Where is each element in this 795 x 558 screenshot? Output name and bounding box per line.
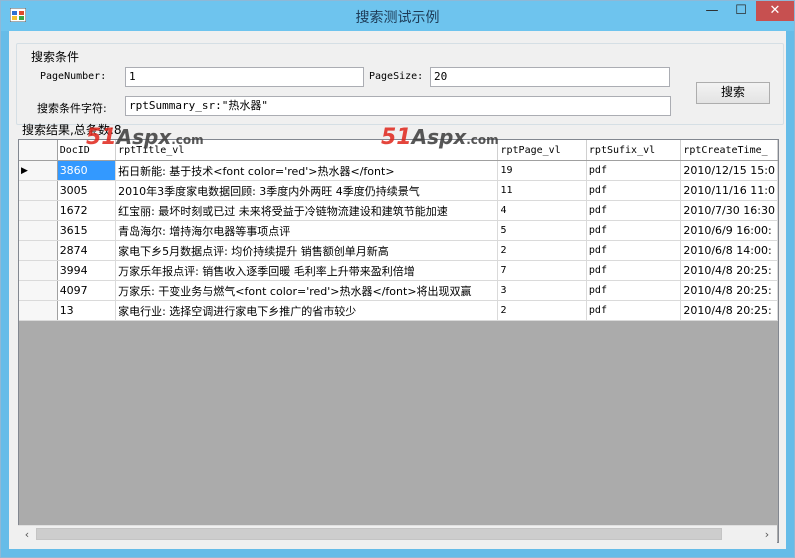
window-title: 搜索测试示例 (355, 10, 440, 26)
table-cell[interactable]: 2010年3季度家电数据回顾: 3季度内外两旺 4季度仍持续景气 (115, 180, 499, 201)
table-cell[interactable]: 2010/12/15 15:0 (680, 160, 778, 181)
watermark-brand: 51 (86, 125, 117, 150)
table-cell[interactable]: 13 (57, 300, 117, 321)
maximize-button[interactable]: ☐ (727, 1, 755, 21)
table-cell[interactable]: 家电行业: 选择空调进行家电下乡推广的省市较少 (115, 300, 499, 321)
table-cell[interactable]: 3005 (57, 180, 117, 201)
table-row[interactable]: 3615 青岛海尔: 增持海尔电器等事项点评 5 pdf 2010/6/9 16… (19, 220, 778, 241)
page-number-label: PageNumber: (40, 71, 107, 82)
watermark-brand: 51 (381, 125, 412, 150)
column-header[interactable]: rptCreateTime_ (680, 140, 778, 161)
table-row[interactable]: 3994 万家乐年报点评: 销售收入逐季回暖 毛利率上升带来盈利倍增 7 pdf… (19, 260, 778, 281)
table-cell[interactable]: 2010/6/9 16:00: (680, 220, 778, 241)
table-cell[interactable]: pdf (586, 220, 682, 241)
main-window: 搜索测试示例 — ☐ ✕ 搜索条件 PageNumber: 1 PageSize… (0, 0, 795, 558)
group-title: 搜索条件 (29, 48, 82, 65)
table-cell[interactable]: 5 (497, 220, 587, 241)
table-cell[interactable]: 青岛海尔: 增持海尔电器等事项点评 (115, 220, 499, 241)
table-cell[interactable]: pdf (586, 200, 682, 221)
scroll-thumb[interactable] (36, 528, 722, 540)
title-bar[interactable]: 搜索测试示例 — ☐ ✕ (1, 1, 794, 31)
watermark-logo: 51Aspx.com (86, 125, 204, 150)
table-cell[interactable]: 2010/4/8 20:25: (680, 260, 778, 281)
search-conditions-group: 搜索条件 PageNumber: 1 PageSize: 20 搜索条件字符: … (16, 43, 784, 125)
page-size-input[interactable]: 20 (430, 67, 670, 87)
watermark-suffix: .com (171, 133, 204, 147)
row-header-corner (19, 140, 58, 161)
table-cell[interactable]: 1672 (57, 200, 117, 221)
page-number-input[interactable]: 1 (125, 67, 364, 87)
results-table: DocID rptTitle_vl rptPage_vl rptSufix_vl… (19, 140, 778, 321)
table-row[interactable]: ▶ 3860 拓日新能: 基于技术<font color='red'>热水器</… (19, 160, 778, 181)
table-cell[interactable]: 19 (497, 160, 587, 181)
table-row[interactable]: 2874 家电下乡5月数据点评: 均价持续提升 销售额创单月新高 2 pdf 2… (19, 240, 778, 261)
results-grid[interactable]: DocID rptTitle_vl rptPage_vl rptSufix_vl… (18, 139, 779, 543)
table-cell[interactable]: 3860 (57, 160, 117, 181)
table-cell[interactable]: 2874 (57, 240, 117, 261)
watermark-mid: Aspx (411, 125, 467, 149)
table-cell[interactable]: 家电下乡5月数据点评: 均价持续提升 销售额创单月新高 (115, 240, 499, 261)
table-cell[interactable]: 4097 (57, 280, 117, 301)
table-cell[interactable]: 2010/4/8 20:25: (680, 300, 778, 321)
table-cell[interactable]: 2010/11/16 11:0 (680, 180, 778, 201)
table-cell[interactable]: pdf (586, 160, 682, 181)
table-cell[interactable]: 3615 (57, 220, 117, 241)
search-button[interactable]: 搜索 (696, 82, 770, 104)
table-cell[interactable]: 万家乐年报点评: 销售收入逐季回暖 毛利率上升带来盈利倍增 (115, 260, 499, 281)
table-cell[interactable]: 2010/6/8 14:00: (680, 240, 778, 261)
watermark-suffix: .com (466, 133, 499, 147)
column-header[interactable]: rptPage_vl (497, 140, 587, 161)
watermark-logo: 51Aspx.com (381, 125, 499, 150)
column-header[interactable]: rptSufix_vl (586, 140, 682, 161)
query-label: 搜索条件字符: (37, 102, 107, 115)
table-row[interactable]: 4097 万家乐: 干变业务与燃气<font color='red'>热水器</… (19, 280, 778, 301)
client-area: 搜索条件 PageNumber: 1 PageSize: 20 搜索条件字符: … (9, 31, 786, 549)
scroll-right-icon[interactable]: › (760, 528, 774, 541)
table-cell[interactable]: 4 (497, 200, 587, 221)
row-header[interactable] (19, 220, 58, 241)
table-cell[interactable]: pdf (586, 280, 682, 301)
table-cell[interactable]: 3 (497, 280, 587, 301)
table-cell[interactable]: 2010/7/30 16:30 (680, 200, 778, 221)
minimize-button[interactable]: — (698, 1, 726, 21)
table-cell[interactable]: 11 (497, 180, 587, 201)
row-header[interactable] (19, 240, 58, 261)
row-header[interactable] (19, 260, 58, 281)
horizontal-scrollbar[interactable]: ‹ › (18, 525, 777, 543)
row-header[interactable] (19, 180, 58, 201)
table-row[interactable]: 3005 2010年3季度家电数据回顾: 3季度内外两旺 4季度仍持续景气 11… (19, 180, 778, 201)
table-cell[interactable]: 万家乐: 干变业务与燃气<font color='red'>热水器</font>… (115, 280, 499, 301)
table-cell[interactable]: 红宝丽: 最坏时刻或已过 未来将受益于冷链物流建设和建筑节能加速 (115, 200, 499, 221)
table-cell[interactable]: pdf (586, 180, 682, 201)
table-row[interactable]: 13 家电行业: 选择空调进行家电下乡推广的省市较少 2 pdf 2010/4/… (19, 300, 778, 321)
table-cell[interactable]: 2010/4/8 20:25: (680, 280, 778, 301)
table-cell[interactable]: pdf (586, 300, 682, 321)
row-header[interactable] (19, 200, 58, 221)
watermark-mid: Aspx (116, 125, 172, 149)
query-input[interactable]: rptSummary_sr:"热水器" (125, 96, 671, 116)
current-row-icon[interactable]: ▶ (19, 160, 58, 181)
page-size-label: PageSize: (369, 71, 424, 82)
row-header[interactable] (19, 300, 58, 321)
table-cell[interactable]: pdf (586, 260, 682, 281)
close-button[interactable]: ✕ (756, 1, 794, 21)
table-cell[interactable]: 拓日新能: 基于技术<font color='red'>热水器</font> (115, 160, 499, 181)
table-cell[interactable]: 3994 (57, 260, 117, 281)
table-cell[interactable]: 2 (497, 240, 587, 261)
table-cell[interactable]: pdf (586, 240, 682, 261)
row-header[interactable] (19, 280, 58, 301)
table-cell[interactable]: 2 (497, 300, 587, 321)
table-row[interactable]: 1672 红宝丽: 最坏时刻或已过 未来将受益于冷链物流建设和建筑节能加速 4 … (19, 200, 778, 221)
scroll-left-icon[interactable]: ‹ (20, 528, 34, 541)
table-cell[interactable]: 7 (497, 260, 587, 281)
